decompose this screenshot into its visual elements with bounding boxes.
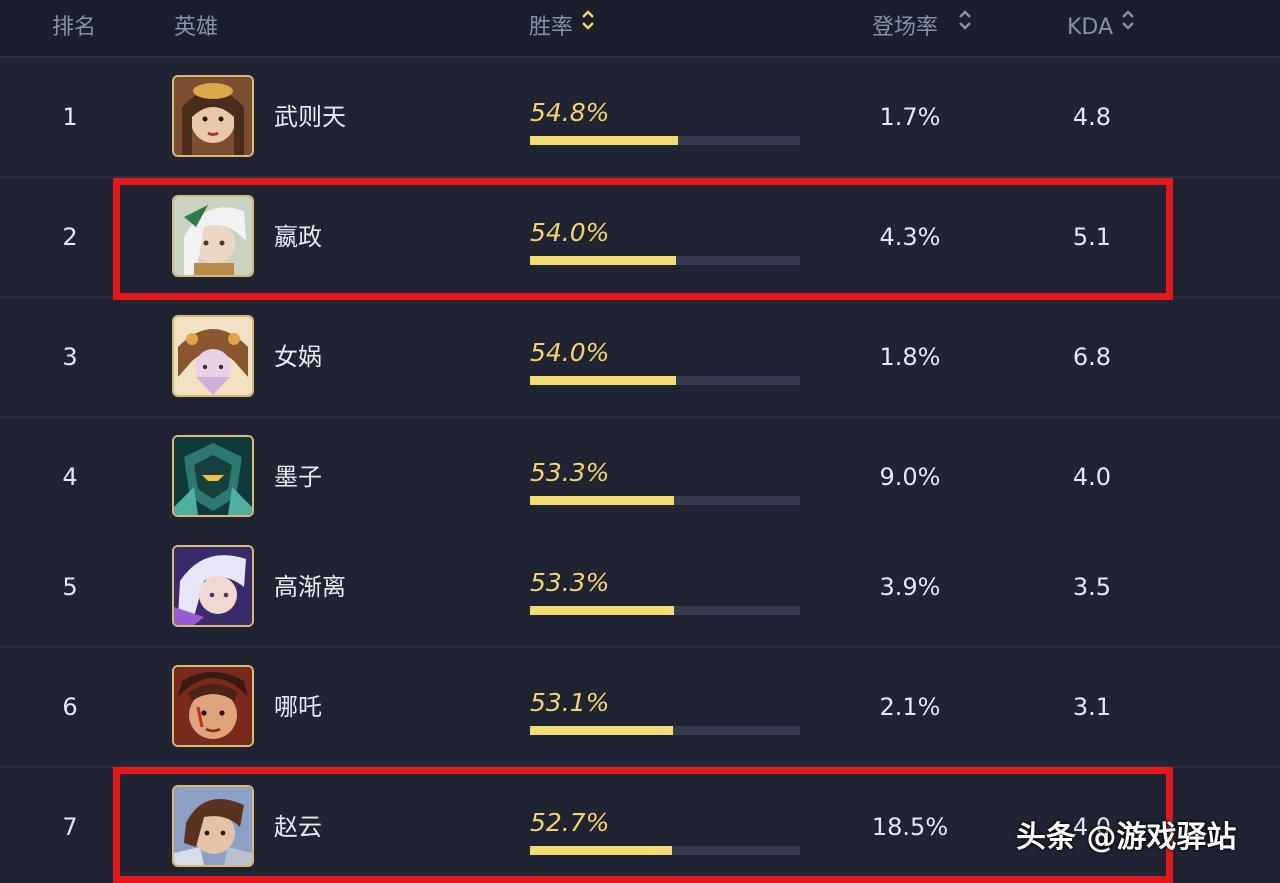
pick-rate-value: 18.5% [871,813,949,841]
table-header: 排名 英雄 胜率 登场率 KDA [0,0,1280,58]
pick-rate-value: 1.7% [879,103,941,131]
hero-avatar[interactable] [172,665,254,747]
sort-icon[interactable] [581,0,595,53]
rank-number: 6 [62,693,78,721]
table-row[interactable]: 2 嬴政 54.0% 4.3% 5.1 [0,178,1280,298]
win-rate-value: 53.1% [530,688,610,717]
pick-rate-value: 2.1% [879,693,941,721]
rank-number: 1 [62,103,78,131]
win-rate-bar-fill [530,846,673,855]
hero-avatar[interactable] [172,315,254,397]
kda-value: 4.8 [1072,103,1112,131]
win-rate-value: 54.0% [530,338,610,367]
header-hero: 英雄 [174,15,219,40]
win-rate-bar-fill [530,376,676,385]
win-rate-value: 54.8% [530,98,610,127]
win-rate-bar-fill [530,726,674,735]
hero-name[interactable]: 哪吒 [274,648,322,766]
table-row[interactable]: 6 哪吒 53.1% 2.1% 3.1 [0,648,1280,768]
win-rate-bar-fill [530,496,674,505]
kda-value: 3.5 [1072,573,1112,601]
header-kda[interactable]: KDA [1067,0,1135,56]
header-pick-rate-label: 登场率 [872,15,939,40]
win-rate-bar-fill [530,136,678,145]
win-rate-bar [530,726,800,735]
win-rate-bar [530,376,800,385]
hero-avatar[interactable] [172,545,254,627]
win-rate-bar [530,606,800,615]
header-pick-rate[interactable]: 登场率 [872,0,972,56]
rank-number: 3 [62,343,78,371]
win-rate-bar-fill [530,606,674,615]
win-rate-value: 53.3% [530,458,610,487]
hero-name[interactable]: 赵云 [274,768,322,883]
hero-name[interactable]: 武则天 [274,58,346,176]
kda-value: 6.8 [1072,343,1112,371]
pick-rate-value: 4.3% [879,223,941,251]
kda-value: 3.1 [1072,693,1112,721]
kda-value: 4.0 [1072,463,1112,491]
watermark-text: 头条 @游戏驿站 [1016,820,1237,855]
hero-name[interactable]: 高渐离 [274,528,346,646]
win-rate-value: 52.7% [530,808,610,837]
win-rate-bar [530,256,800,265]
win-rate-bar-fill [530,256,676,265]
rank-number: 7 [62,813,78,841]
table-row[interactable]: 5 高渐离 53.3% 3.9% 3.5 [0,528,1280,648]
pick-rate-value: 1.8% [879,343,941,371]
rank-number: 4 [62,463,78,491]
hero-name[interactable]: 墨子 [274,418,322,536]
win-rate-value: 53.3% [530,568,610,597]
win-rate-bar [530,496,800,505]
header-rank: 排名 [52,15,97,40]
header-win-rate[interactable]: 胜率 [529,0,595,56]
sort-icon[interactable] [1121,0,1135,53]
hero-ranking-page: 排名 英雄 胜率 登场率 KDA 1 武则天 54.8% 1.7% 4.8 2 … [0,0,1280,883]
hero-avatar[interactable] [172,785,254,867]
hero-avatar[interactable] [172,435,254,517]
win-rate-value: 54.0% [530,218,610,247]
pick-rate-value: 9.0% [879,463,941,491]
hero-name[interactable]: 女娲 [274,298,322,416]
header-kda-label: KDA [1067,15,1114,40]
header-win-rate-label: 胜率 [529,15,574,40]
kda-value: 5.1 [1072,223,1112,251]
table-row[interactable]: 3 女娲 54.0% 1.8% 6.8 [0,298,1280,418]
win-rate-bar [530,846,800,855]
table-row[interactable]: 4 墨子 53.3% 9.0% 4.0 [0,418,1280,538]
hero-name[interactable]: 嬴政 [274,178,322,296]
rank-number: 5 [62,573,78,601]
hero-avatar[interactable] [172,195,254,277]
hero-avatar[interactable] [172,75,254,157]
table-row[interactable]: 1 武则天 54.8% 1.7% 4.8 [0,58,1280,178]
sort-icon[interactable] [958,0,972,53]
rank-number: 2 [62,223,78,251]
pick-rate-value: 3.9% [879,573,941,601]
win-rate-bar [530,136,800,145]
